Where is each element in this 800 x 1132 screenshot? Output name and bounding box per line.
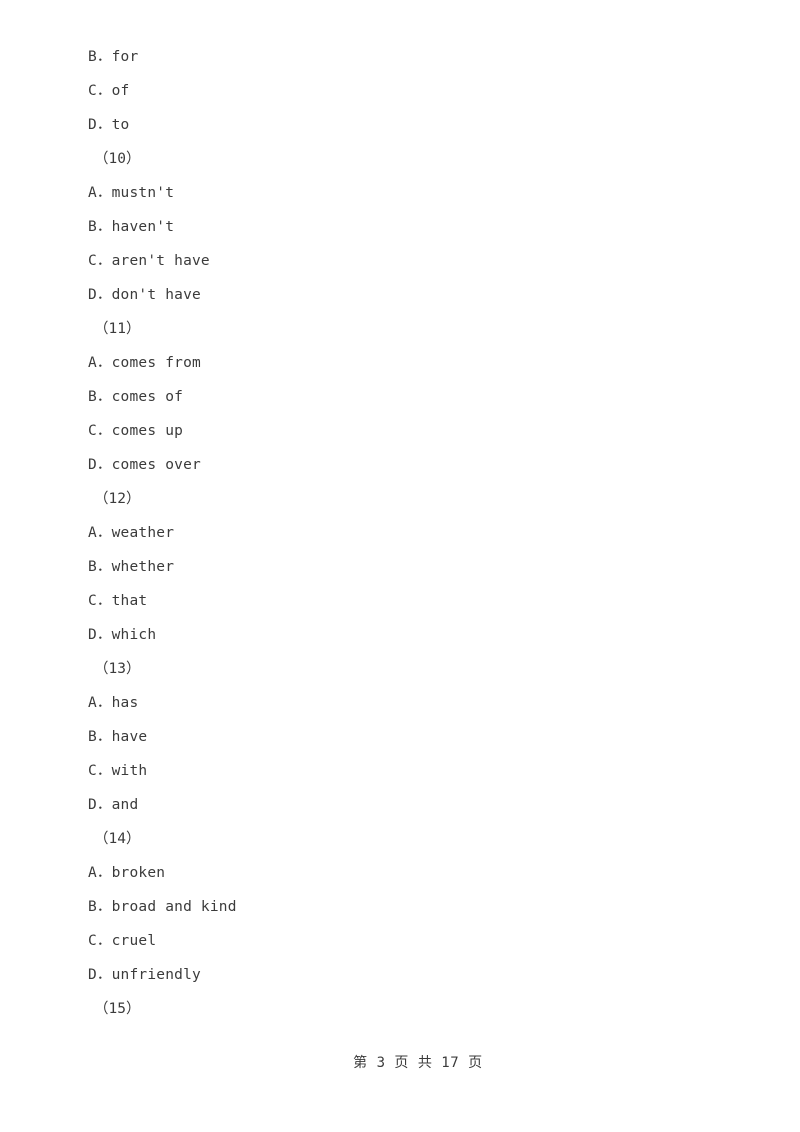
answer-option: D．to xyxy=(88,117,130,133)
page-footer: 第 3 页 共 17 页 xyxy=(0,1030,800,1096)
question-number: （15） xyxy=(94,1001,141,1017)
answer-option: C．with xyxy=(88,763,148,779)
question-number: （12） xyxy=(94,491,141,507)
answer-option: A．comes from xyxy=(88,355,201,371)
answer-option: C．aren't have xyxy=(88,253,210,269)
answer-option: C．of xyxy=(88,83,130,99)
answer-option: B．broad and kind xyxy=(88,899,237,915)
document-page: B．for C．of D．to （10） A．mustn't B．haven't C．are… xyxy=(0,0,800,1132)
answer-option: C．cruel xyxy=(88,933,157,949)
answer-option: B．haven't xyxy=(88,219,175,235)
answer-option: B．have xyxy=(88,729,148,745)
question-number: （11） xyxy=(94,321,141,337)
answer-option: A．mustn't xyxy=(88,185,175,201)
question-number: （13） xyxy=(94,661,141,677)
page-number-label: 第 3 页 共 17 页 xyxy=(353,1055,483,1071)
answer-option: A．broken xyxy=(88,865,166,881)
answer-options-list: B．for C．of D．to （10） A．mustn't B．haven't C．are… xyxy=(88,40,728,1026)
answer-option: D．which xyxy=(88,627,157,643)
answer-option: D．comes over xyxy=(88,457,201,473)
question-number: （10） xyxy=(94,151,141,167)
question-number: （14） xyxy=(94,831,141,847)
answer-option: A．has xyxy=(88,695,139,711)
answer-option: B．comes of xyxy=(88,389,184,405)
answer-option: D．don't have xyxy=(88,287,201,303)
answer-option: C．that xyxy=(88,593,148,609)
answer-option: C．comes up xyxy=(88,423,184,439)
answer-option: B．whether xyxy=(88,559,175,575)
answer-option: B．for xyxy=(88,49,139,65)
answer-option: D．and xyxy=(88,797,139,813)
answer-option: D．unfriendly xyxy=(88,967,201,983)
answer-option: A．weather xyxy=(88,525,175,541)
